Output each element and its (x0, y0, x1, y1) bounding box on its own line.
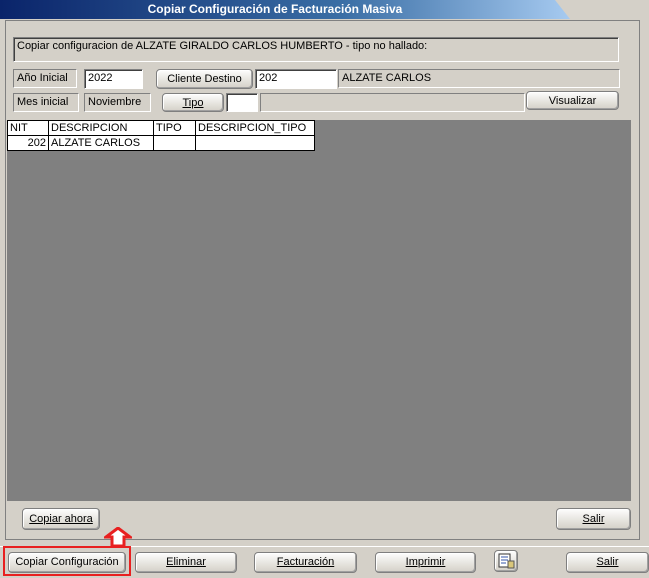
eliminar-button[interactable]: Eliminar (135, 552, 237, 573)
toolbar-salir-button[interactable]: Salir (566, 552, 649, 573)
column-header-nit[interactable]: NIT (7, 120, 49, 136)
cell-nit[interactable]: 202 (7, 135, 49, 151)
document-icon (498, 553, 515, 569)
ano-inicial-input[interactable]: 2022 (84, 69, 143, 89)
table-header-row: NIT DESCRIPCION TIPO DESCRIPCION_TIPO (7, 120, 315, 136)
tipo-button[interactable]: Tipo (162, 93, 224, 112)
table-row[interactable]: 202 ALZATE CARLOS (7, 135, 315, 151)
cliente-destino-button[interactable]: Cliente Destino (156, 69, 253, 89)
column-header-tipo[interactable]: TIPO (153, 120, 196, 136)
message-text: Copiar configuracion de ALZATE GIRALDO C… (17, 40, 428, 52)
copiar-configuracion-button[interactable]: Copiar Configuración (8, 552, 126, 573)
imprimir-button[interactable]: Imprimir (375, 552, 476, 573)
mes-inicial-label: Mes inicial (13, 93, 79, 112)
column-header-descripcion[interactable]: DESCRIPCION (48, 120, 154, 136)
visualizar-button[interactable]: Visualizar (526, 91, 619, 110)
window-title: Copiar Configuración de Facturación Masi… (147, 2, 403, 16)
tipo-desc-field (260, 93, 525, 112)
mes-inicial-field[interactable]: Noviembre (84, 93, 151, 112)
up-arrow-icon (104, 527, 132, 547)
results-grid[interactable]: NIT DESCRIPCION TIPO DESCRIPCION_TIPO 20… (7, 120, 631, 501)
cell-tipo[interactable] (153, 135, 196, 151)
cliente-name-field: ALZATE CARLOS (338, 69, 620, 88)
facturacion-button[interactable]: Facturación (254, 552, 357, 573)
cell-descripcion-tipo[interactable] (195, 135, 315, 151)
cell-descripcion[interactable]: ALZATE CARLOS (48, 135, 154, 151)
copiar-ahora-button[interactable]: Copiar ahora (22, 508, 100, 530)
tipo-code-input[interactable] (226, 93, 258, 112)
window-title-bar: Copiar Configuración de Facturación Masi… (0, 0, 570, 19)
ano-inicial-label: Año Inicial (13, 69, 77, 88)
cliente-code-input[interactable]: 202 (255, 69, 337, 89)
panel-salir-button[interactable]: Salir (556, 508, 631, 530)
message-box: Copiar configuracion de ALZATE GIRALDO C… (13, 37, 619, 62)
column-header-descripcion-tipo[interactable]: DESCRIPCION_TIPO (195, 120, 315, 136)
results-table: NIT DESCRIPCION TIPO DESCRIPCION_TIPO 20… (7, 120, 315, 151)
print-preview-button[interactable] (494, 550, 518, 572)
